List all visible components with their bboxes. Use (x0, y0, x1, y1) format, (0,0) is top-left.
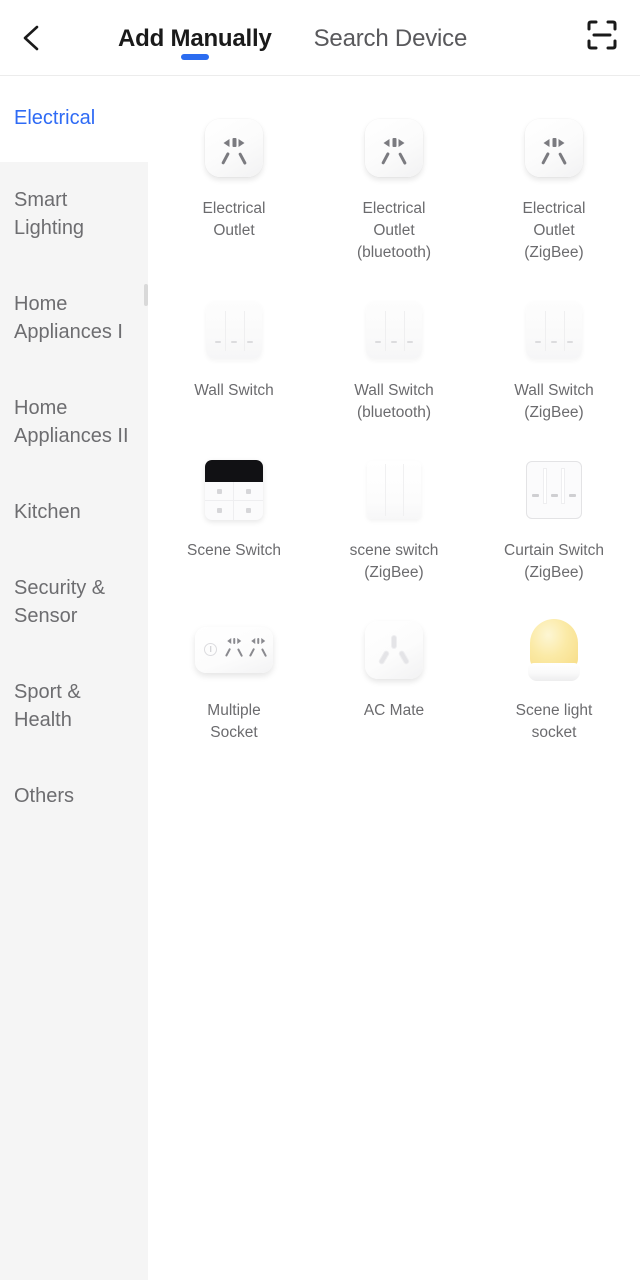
sidebar-item-label: Smart Lighting (14, 189, 85, 239)
sidebar-scrollbar[interactable] (144, 284, 148, 306)
scan-qr-icon (585, 18, 619, 57)
category-sidebar: Electrical Smart Lighting Home Appliances … (0, 76, 148, 1280)
back-button[interactable] (8, 14, 56, 62)
ac-mate-icon (352, 608, 436, 692)
sidebar-item-kitchen[interactable]: Kitchen (0, 474, 148, 550)
device-card[interactable]: Multiple Socket (154, 600, 314, 754)
electrical-outlet-icon (192, 106, 276, 190)
sidebar-item-electrical[interactable]: Electrical (0, 76, 148, 162)
sidebar-item-label: Security & Sensor (14, 577, 106, 627)
wall-switch-bluetooth-icon (352, 288, 436, 372)
device-card-label: Wall Switch (bluetooth) (354, 382, 434, 421)
sidebar-item-label: Electrical (14, 107, 96, 129)
curtain-switch-zigbee-icon (512, 448, 596, 532)
scene-light-glyph (526, 619, 582, 681)
device-card[interactable]: Scene Switch (154, 440, 314, 594)
scene-switch-glyph (205, 460, 263, 520)
device-card-label: Wall Switch (194, 382, 274, 399)
outlet-glyph (365, 119, 423, 177)
wall-switch-zigbee-icon (512, 288, 596, 372)
device-content-area: Electrical Outlet Electrical Outlet (blue… (148, 76, 640, 1280)
electrical-outlet-bluetooth-icon (352, 106, 436, 190)
sidebar-item-home-appliances-i[interactable]: Home Appliances I (0, 266, 148, 370)
ac-mate-glyph (365, 621, 423, 679)
outlet-glyph (525, 119, 583, 177)
sidebar-item-smart-lighting[interactable]: Smart Lighting (0, 162, 148, 266)
sidebar-item-label: Others (14, 785, 75, 807)
device-card[interactable]: Electrical Outlet (ZigBee) (474, 98, 634, 274)
sidebar-item-sport-health[interactable]: Sport & Health (0, 654, 148, 758)
scene-switch-zigbee-glyph (367, 461, 421, 519)
header-tabs: Add Manually Search Device (118, 0, 467, 76)
device-card-label: Scene light socket (515, 702, 593, 741)
device-grid: Electrical Outlet Electrical Outlet (blue… (148, 76, 640, 754)
electrical-outlet-zigbee-icon (512, 106, 596, 190)
device-card[interactable]: Scene light socket (474, 600, 634, 754)
device-card[interactable]: Wall Switch (154, 280, 314, 434)
tab-search-device-label: Search Device (313, 25, 468, 52)
tab-add-manually[interactable]: Add Manually (118, 0, 272, 76)
active-tab-indicator (180, 54, 209, 60)
scan-button[interactable] (576, 12, 628, 64)
wall-switch-icon (192, 288, 276, 372)
device-card-label: Electrical Outlet (bluetooth) (356, 200, 432, 261)
device-card-label: Electrical Outlet (202, 200, 266, 239)
wall-switch-glyph (526, 301, 582, 359)
sidebar-item-label: Home Appliances I (14, 293, 123, 343)
device-card-label: Wall Switch (ZigBee) (514, 382, 594, 421)
outlet-glyph (205, 119, 263, 177)
sidebar-item-security-sensor[interactable]: Security & Sensor (0, 550, 148, 654)
wall-switch-glyph (366, 301, 422, 359)
sidebar-item-label: Kitchen (14, 501, 81, 523)
tab-search-device[interactable]: Search Device (313, 0, 468, 76)
scene-switch-icon (192, 448, 276, 532)
device-card[interactable]: Wall Switch (bluetooth) (314, 280, 474, 434)
device-card-label: scene switch (ZigBee) (349, 542, 439, 581)
sidebar-item-label: Sport & Health (14, 681, 81, 731)
scene-switch-zigbee-icon (352, 448, 436, 532)
device-card[interactable]: Wall Switch (ZigBee) (474, 280, 634, 434)
curtain-switch-glyph (526, 461, 582, 519)
chevron-left-icon (17, 23, 47, 53)
device-card-label: Curtain Switch (ZigBee) (504, 542, 604, 581)
scene-light-socket-icon (512, 608, 596, 692)
tab-add-manually-label: Add Manually (118, 25, 272, 52)
device-card[interactable]: Electrical Outlet (154, 98, 314, 274)
device-card[interactable]: AC Mate (314, 600, 474, 754)
device-card-label: AC Mate (363, 702, 425, 719)
device-card-label: Multiple Socket (207, 702, 261, 741)
device-card-label: Electrical Outlet (ZigBee) (522, 200, 586, 261)
device-card-label: Scene Switch (187, 542, 281, 559)
sidebar-item-home-appliances-ii[interactable]: Home Appliances II (0, 370, 148, 474)
multiple-socket-glyph (195, 627, 273, 673)
device-card[interactable]: scene switch (ZigBee) (314, 440, 474, 594)
wall-switch-glyph (206, 301, 262, 359)
sidebar-item-others[interactable]: Others (0, 758, 148, 834)
device-card[interactable]: Electrical Outlet (bluetooth) (314, 98, 474, 274)
sidebar-item-list: Electrical Smart Lighting Home Appliances … (0, 76, 148, 834)
app-header: Add Manually Search Device (0, 0, 640, 76)
device-card[interactable]: Curtain Switch (ZigBee) (474, 440, 634, 594)
page-body: Electrical Smart Lighting Home Appliances … (0, 76, 640, 1280)
sidebar-item-label: Home Appliances II (14, 397, 129, 447)
multiple-socket-icon (192, 608, 276, 692)
